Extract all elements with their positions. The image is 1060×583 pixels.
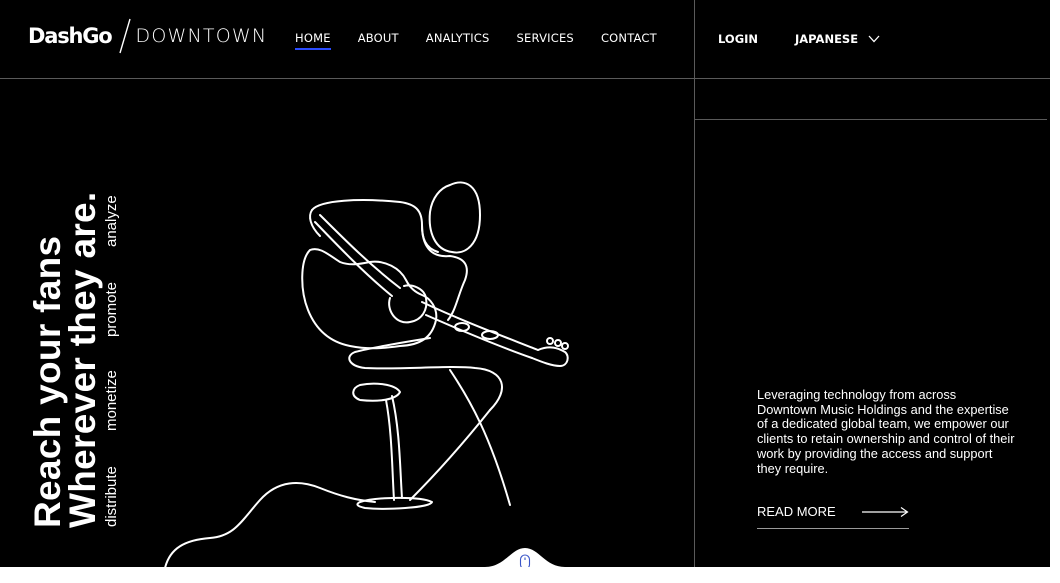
arrow-right-icon — [862, 507, 909, 517]
verb-monetize: monetize — [103, 370, 120, 431]
nav-home[interactable]: HOME — [295, 31, 331, 50]
hero-page: DashGo DOWNTOWN HOME ABOUT ANALYTICS SER… — [0, 0, 1050, 567]
guitarist-illustration — [164, 181, 569, 567]
logo[interactable]: DashGo DOWNTOWN — [28, 18, 267, 54]
read-more-link[interactable]: READ MORE — [757, 504, 909, 529]
verb-distribute: distribute — [103, 466, 120, 527]
login-link[interactable]: LOGIN — [718, 32, 758, 46]
nav-analytics[interactable]: ANALYTICS — [426, 31, 490, 45]
main-nav: HOME ABOUT ANALYTICS SERVICES CONTACT — [295, 31, 684, 50]
logo-sub: DOWNTOWN — [135, 25, 268, 47]
language-label: JAPANESE — [795, 32, 859, 46]
verb-analyze: analyze — [103, 195, 120, 247]
chevron-down-icon — [868, 35, 880, 43]
language-selector[interactable]: JAPANESE — [795, 32, 880, 46]
hero-headline-line2: Wherever they are. — [62, 191, 103, 528]
verb-promote: promote — [103, 281, 120, 337]
nav-services[interactable]: SERVICES — [517, 31, 574, 45]
page-edge-bottom — [0, 567, 1060, 583]
logo-slash-icon — [118, 18, 131, 54]
vertical-divider — [694, 0, 695, 567]
logo-brand: DashGo — [28, 24, 113, 48]
nav-contact[interactable]: CONTACT — [601, 31, 657, 45]
site-header: DashGo DOWNTOWN HOME ABOUT ANALYTICS SER… — [0, 0, 1050, 79]
right-panel-divider — [695, 119, 1047, 120]
page-edge-right — [1050, 0, 1060, 583]
nav-about[interactable]: ABOUT — [358, 31, 399, 45]
about-description: Leveraging technology from across Downto… — [757, 387, 1015, 476]
read-more-label: READ MORE — [757, 504, 836, 519]
scroll-indicator[interactable] — [485, 546, 565, 567]
